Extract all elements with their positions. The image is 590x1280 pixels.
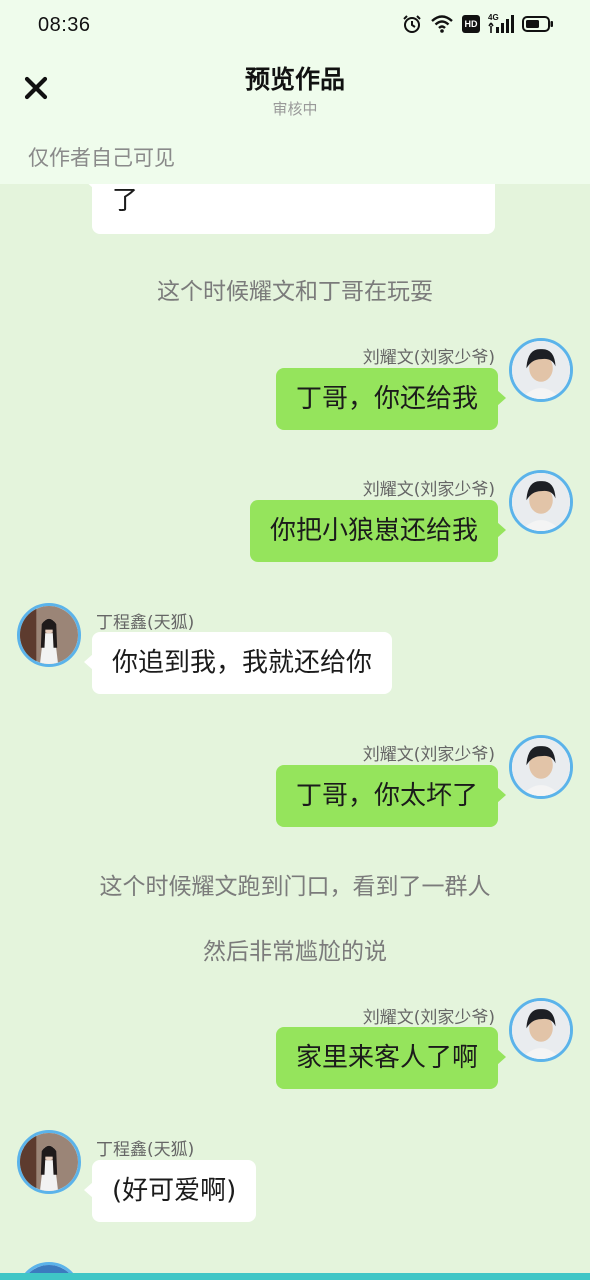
message-text: 你追到我，我就还给你 <box>112 648 373 678</box>
sender-name: 刘耀文(刘家少爷) <box>362 1008 495 1028</box>
message-bubble[interactable]: 丁哥，你还给我 <box>275 368 507 430</box>
sender-name: 刘耀文(刘家少爷) <box>362 348 495 368</box>
visibility-note: 仅作者自己可见 <box>28 146 175 170</box>
message-text: (好可爱啊) <box>112 1176 237 1206</box>
message-bubble[interactable]: 你追到我，我就还给你 <box>83 632 393 694</box>
wifi-icon <box>430 14 454 34</box>
avatar-liu-yaowen[interactable] <box>509 338 573 402</box>
chat-area[interactable]: 了 这个时候耀文和丁哥在玩耍 刘耀文(刘家少爷) 丁哥，你还给我 刘耀文(刘家少… <box>0 0 590 1280</box>
hd-icon: HD <box>462 15 480 33</box>
review-status: 审核中 <box>272 100 318 118</box>
narration-text: 这个时候耀文和丁哥在玩耍 <box>157 279 433 305</box>
message-text: 丁哥，你还给我 <box>295 384 478 414</box>
battery-icon <box>522 15 554 33</box>
sender-name: 刘耀文(刘家少爷) <box>362 480 495 500</box>
message-bubble[interactable]: (好可爱啊) <box>83 1160 257 1222</box>
bottom-bar <box>0 1273 590 1280</box>
sender-name: 丁程鑫(天狐) <box>96 613 195 633</box>
header: 08:36 HD 4G 预览作品 审核中 仅作者自己可见 <box>0 0 590 184</box>
avatar-ding-chengxin[interactable] <box>17 603 81 667</box>
message-bubble[interactable]: 丁哥，你太坏了 <box>275 765 507 827</box>
message-bubble[interactable]: 你把小狼崽还给我 <box>249 500 507 562</box>
message-text: 家里来客人了啊 <box>295 1043 478 1073</box>
page-title: 预览作品 <box>244 65 345 94</box>
status-icons: HD 4G <box>402 13 554 34</box>
narration-text: 这个时候耀文跑到门口，看到了一群人 <box>99 874 491 900</box>
message-text: 丁哥，你太坏了 <box>295 781 478 811</box>
sender-name: 丁程鑫(天狐) <box>96 1140 195 1160</box>
status-time: 08:36 <box>38 14 91 36</box>
sender-name: 刘耀文(刘家少爷) <box>362 745 495 765</box>
status-bar: 08:36 HD 4G <box>0 0 590 52</box>
avatar-liu-yaowen[interactable] <box>509 998 573 1062</box>
alarm-icon <box>402 14 422 34</box>
avatar-liu-yaowen[interactable] <box>509 735 573 799</box>
avatar-liu-yaowen[interactable] <box>509 470 573 534</box>
message-text: 你把小狼崽还给我 <box>269 516 478 546</box>
signal-icon: 4G <box>488 13 514 34</box>
avatar-ding-chengxin[interactable] <box>17 1130 81 1194</box>
message-bubble[interactable]: 家里来客人了啊 <box>275 1027 507 1089</box>
message-text: 了 <box>112 186 139 216</box>
narration-text: 然后非常尴尬的说 <box>203 939 387 965</box>
